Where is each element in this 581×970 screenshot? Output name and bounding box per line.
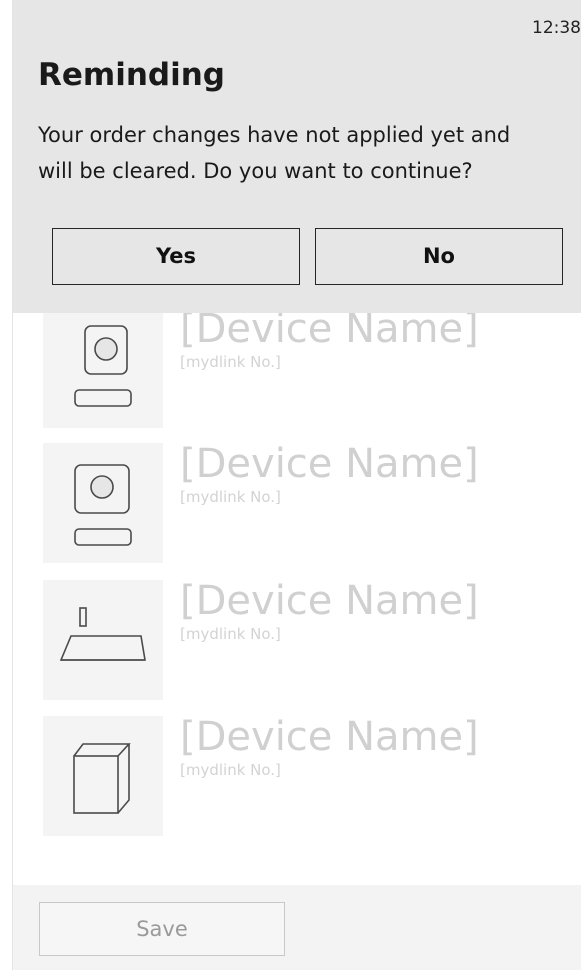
- yes-button[interactable]: Yes: [52, 228, 300, 285]
- device-mydlink-number: [mydlink No.]: [180, 761, 281, 779]
- device-name: [Device Name]: [180, 578, 479, 624]
- device-mydlink-number: [mydlink No.]: [180, 625, 281, 643]
- device-list-item[interactable]: [Device Name] [mydlink No.]: [43, 441, 573, 563]
- device-thumbnail: [43, 716, 163, 836]
- device-thumbnail: [43, 580, 163, 700]
- device-thumbnail: [43, 308, 163, 428]
- dialog-message-line: Your order changes have not applied yet …: [38, 123, 511, 147]
- device-name: [Device Name]: [180, 714, 479, 760]
- device-mydlink-number: [mydlink No.]: [180, 353, 281, 371]
- screen: [Device Name] [mydlink No.] [Device Name…: [0, 0, 581, 970]
- device-name: [Device Name]: [180, 441, 479, 487]
- no-button[interactable]: No: [315, 228, 563, 285]
- router-icon: [59, 607, 146, 661]
- camera-icon: [74, 464, 132, 546]
- dialog-message: Your order changes have not applied yet …: [38, 117, 581, 189]
- dialog-title: Reminding: [38, 57, 225, 93]
- device-thumbnail: [43, 443, 163, 563]
- camera-icon: [74, 325, 132, 407]
- device-list-item[interactable]: [Device Name] [mydlink No.]: [43, 714, 573, 836]
- device-mydlink-number: [mydlink No.]: [180, 488, 281, 506]
- device-list-item[interactable]: [Device Name] [mydlink No.]: [43, 578, 573, 700]
- footer-bar: Save: [13, 885, 581, 970]
- box-device-icon: [73, 743, 131, 814]
- dialog-message-line: will be cleared. Do you want to continue…: [38, 159, 473, 183]
- reminder-dialog: 12:38 Reminding Your order changes have …: [13, 0, 581, 313]
- device-list-item[interactable]: [Device Name] [mydlink No.]: [43, 306, 573, 428]
- save-button[interactable]: Save: [39, 902, 285, 956]
- status-time: 12:38: [532, 18, 581, 38]
